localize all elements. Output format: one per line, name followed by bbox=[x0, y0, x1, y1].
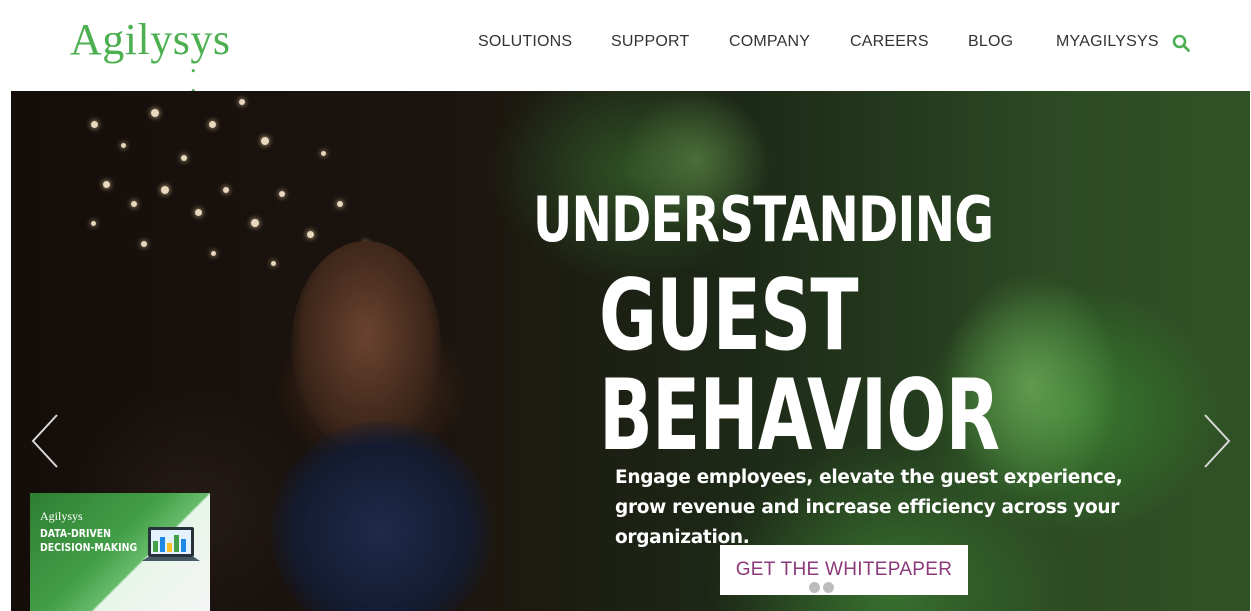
laptop-icon bbox=[142, 527, 200, 561]
promo-title-line-1: DATA-DRIVEN bbox=[40, 527, 111, 540]
carousel-pagination bbox=[809, 582, 834, 593]
data-driven-promo-thumbnail[interactable]: Agilysys DATA-DRIVEN DECISION-MAKING bbox=[30, 493, 210, 611]
hero-headline-line-2: GUEST bbox=[599, 259, 858, 373]
promo-title-line-2: DECISION-MAKING bbox=[40, 541, 138, 554]
carousel-dot[interactable] bbox=[809, 582, 820, 593]
main-nav: SOLUTIONS SUPPORT COMPANY CAREERS BLOG M… bbox=[0, 0, 1251, 91]
site-header: Agilysys . . . . . SOLUTIONS SUPPORT COM… bbox=[0, 0, 1251, 157]
nav-item-blog[interactable]: BLOG bbox=[968, 33, 1013, 51]
search-icon[interactable] bbox=[1172, 34, 1190, 52]
nav-item-myagilysys[interactable]: MYAGILYSYS bbox=[1056, 33, 1159, 51]
hero-subtext: Engage employees, elevate the guest expe… bbox=[615, 467, 1123, 548]
promo-title: DATA-DRIVEN DECISION-MAKING bbox=[40, 527, 137, 555]
promo-logo: Agilysys bbox=[40, 509, 83, 523]
hero-carousel: UNDERSTANDING GUEST BEHAVIOR Engage empl… bbox=[11, 91, 1250, 611]
carousel-dot[interactable] bbox=[823, 582, 834, 593]
chevron-right-icon[interactable] bbox=[1195, 411, 1235, 471]
nav-item-company[interactable]: COMPANY bbox=[729, 33, 810, 51]
chevron-left-icon[interactable] bbox=[27, 411, 67, 471]
nav-item-support[interactable]: SUPPORT bbox=[611, 33, 689, 51]
nav-item-solutions[interactable]: SOLUTIONS bbox=[478, 33, 572, 51]
nav-item-careers[interactable]: CAREERS bbox=[850, 33, 929, 51]
hero-headline-line-3: BEHAVIOR bbox=[599, 359, 1000, 473]
get-whitepaper-button[interactable]: GET THE WHITEPAPER bbox=[720, 545, 968, 595]
hero-headline-line-1: UNDERSTANDING bbox=[533, 183, 994, 256]
